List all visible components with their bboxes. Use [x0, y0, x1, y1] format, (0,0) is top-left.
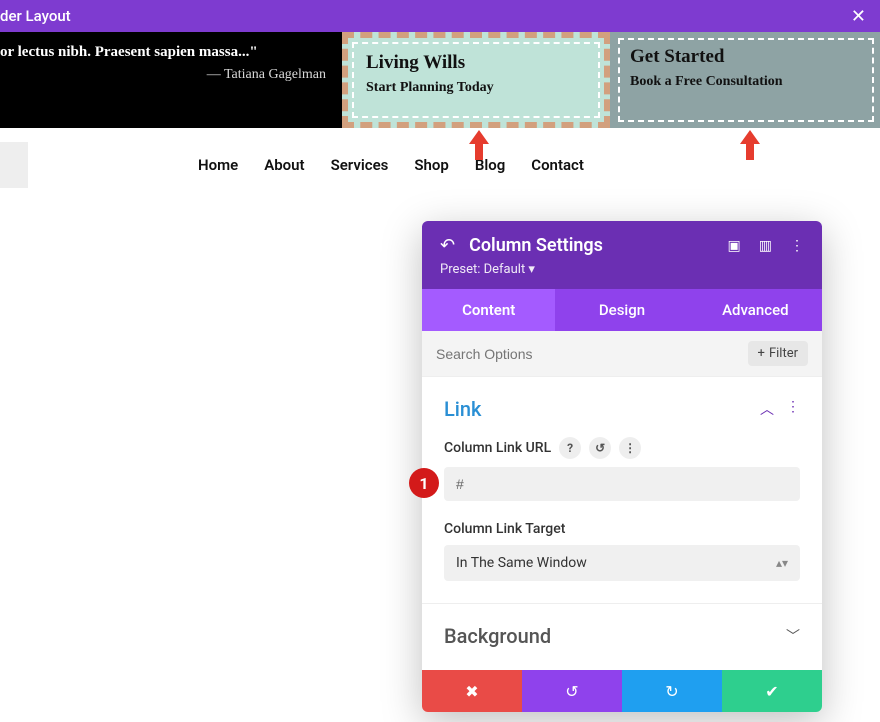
- section-more-icon[interactable]: ⋮: [786, 399, 800, 419]
- help-icon[interactable]: ?: [559, 437, 581, 459]
- field-label: Column Link Target: [444, 521, 565, 537]
- reset-icon[interactable]: ↺: [589, 437, 611, 459]
- section-title: Background: [444, 624, 551, 648]
- check-icon: ✔: [765, 682, 778, 701]
- select-caret-icon: ▴▾: [776, 557, 788, 569]
- nav-item-shop[interactable]: Shop: [414, 156, 448, 174]
- responsive-icon[interactable]: ▥: [759, 238, 772, 254]
- annotation-badge-1: 1: [409, 468, 439, 498]
- panel-footer: ✖ ↺ ↻ ✔: [422, 670, 822, 712]
- testimonial-attribution: — Tatiana Gagelman: [0, 67, 326, 83]
- cta-title: Living Wills: [366, 52, 586, 74]
- redo-button[interactable]: ↻: [622, 670, 722, 712]
- builder-top-bar: der Layout ✕: [0, 0, 880, 32]
- testimonial-column: or lectus nibh. Praesent sapien massa...…: [0, 32, 342, 128]
- close-icon[interactable]: ✕: [845, 6, 872, 27]
- nav-item-services[interactable]: Services: [331, 156, 389, 174]
- site-nav: Home About Services Shop Blog Contact: [0, 128, 880, 202]
- hero-row: or lectus nibh. Praesent sapien massa...…: [0, 32, 880, 128]
- wireframe-icon[interactable]: ▣: [728, 238, 741, 254]
- section-background-header[interactable]: Background ﹀: [422, 604, 822, 658]
- nav-links: Home About Services Shop Blog Contact: [198, 156, 584, 174]
- save-button[interactable]: ✔: [722, 670, 822, 712]
- nav-item-contact[interactable]: Contact: [531, 156, 584, 174]
- panel-search-row: + Filter: [422, 331, 822, 377]
- redo-icon: ↻: [665, 682, 678, 701]
- nav-item-about[interactable]: About: [264, 156, 304, 174]
- cta-subtitle: Start Planning Today: [366, 80, 586, 96]
- cta-subtitle: Book a Free Consultation: [630, 74, 862, 90]
- section-link-header[interactable]: Link ︿ ⋮: [422, 377, 822, 431]
- builder-title: der Layout: [0, 7, 71, 25]
- discard-button[interactable]: ✖: [422, 670, 522, 712]
- chevron-down-icon[interactable]: ﹀: [786, 626, 800, 646]
- nav-item-home[interactable]: Home: [198, 156, 238, 174]
- column-settings-panel: ↶ Column Settings ▣ ▥ ⋮ Preset: Default …: [422, 221, 822, 712]
- cta-column-get-started[interactable]: Get Started Book a Free Consultation: [610, 32, 880, 128]
- panel-tabs: Content Design Advanced: [422, 289, 822, 331]
- panel-title: Column Settings: [469, 235, 713, 256]
- back-icon[interactable]: ↶: [440, 235, 455, 256]
- panel-body: Link ︿ ⋮ Column Link URL ? ↺ ⋮ Column Li…: [422, 377, 822, 670]
- filter-button[interactable]: + Filter: [748, 341, 808, 366]
- filter-label: Filter: [769, 346, 798, 361]
- cta-column-living-wills[interactable]: Living Wills Start Planning Today: [342, 32, 610, 128]
- field-more-icon[interactable]: ⋮: [619, 437, 641, 459]
- field-label: Column Link URL: [444, 440, 551, 456]
- cta-title: Get Started: [630, 46, 862, 68]
- select-value: In The Same Window: [456, 555, 587, 571]
- close-icon: ✖: [465, 682, 478, 701]
- tab-content[interactable]: Content: [422, 289, 555, 331]
- tab-design[interactable]: Design: [555, 289, 688, 331]
- field-column-link-url: Column Link URL ? ↺ ⋮: [422, 431, 822, 515]
- undo-icon: ↺: [565, 682, 578, 701]
- column-link-url-input[interactable]: [444, 467, 800, 501]
- nav-item-blog[interactable]: Blog: [475, 156, 505, 174]
- plus-icon: +: [758, 346, 765, 361]
- testimonial-text: or lectus nibh. Praesent sapien massa...…: [0, 44, 326, 61]
- more-icon[interactable]: ⋮: [790, 238, 804, 254]
- search-input[interactable]: [436, 346, 738, 362]
- field-column-link-target: Column Link Target In The Same Window ▴▾: [422, 515, 822, 595]
- logo-placeholder: [0, 142, 28, 188]
- tab-advanced[interactable]: Advanced: [689, 289, 822, 331]
- column-link-target-select[interactable]: In The Same Window ▴▾: [444, 545, 800, 581]
- undo-button[interactable]: ↺: [522, 670, 622, 712]
- panel-header: ↶ Column Settings ▣ ▥ ⋮ Preset: Default …: [422, 221, 822, 289]
- preset-dropdown[interactable]: Preset: Default ▾: [440, 262, 804, 277]
- chevron-up-icon[interactable]: ︿: [760, 399, 774, 419]
- section-title: Link: [444, 397, 481, 421]
